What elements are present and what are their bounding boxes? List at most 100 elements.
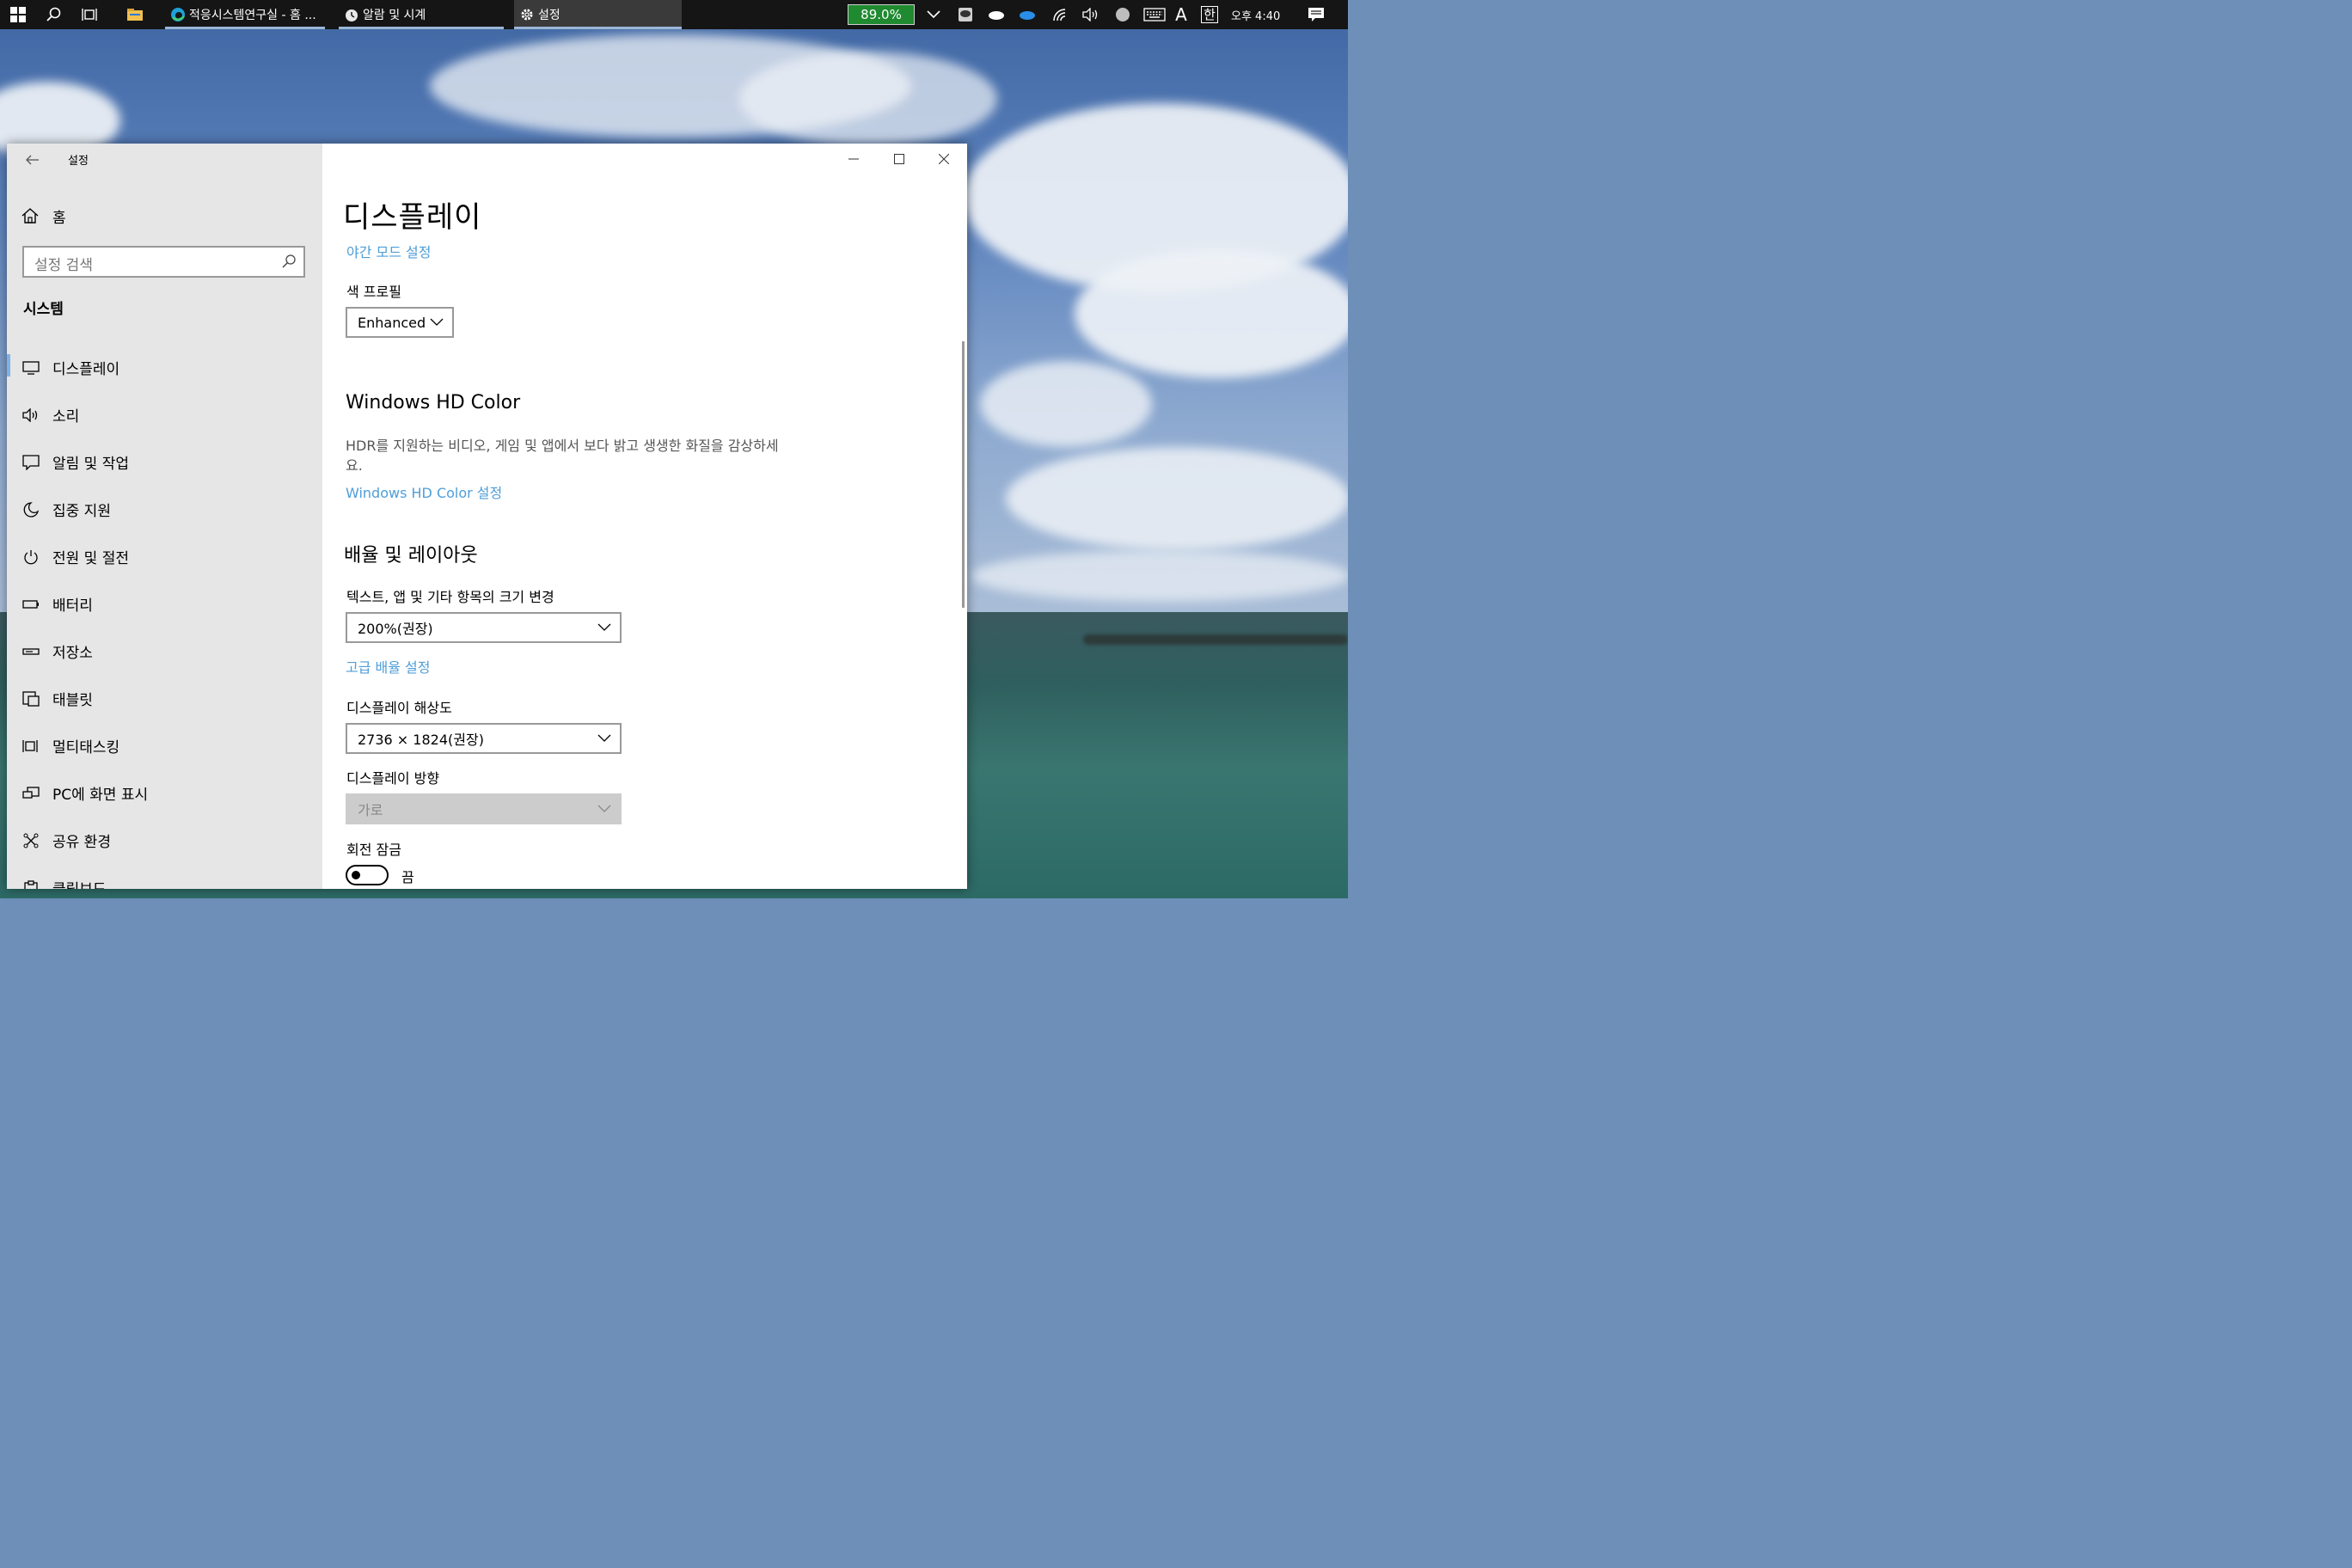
sidebar-item-label: 태블릿 bbox=[52, 692, 93, 709]
minimize-button[interactable] bbox=[831, 144, 876, 175]
start-button[interactable] bbox=[5, 0, 31, 29]
sidebar-item-label: 알림 및 작업 bbox=[52, 456, 130, 473]
resolution-value: 2736 × 1824(권장) bbox=[358, 732, 484, 748]
orientation-value: 가로 bbox=[358, 802, 383, 818]
task-view-icon bbox=[82, 9, 97, 21]
close-icon bbox=[939, 154, 949, 164]
orientation-dropdown[interactable]: 가로 bbox=[346, 793, 622, 824]
sidebar-item-label: 디스플레이 bbox=[52, 361, 120, 378]
window-title: 설정 bbox=[68, 155, 89, 168]
orientation-label: 디스플레이 방향 bbox=[346, 770, 440, 787]
sidebar-item-label: 집중 지원 bbox=[52, 503, 111, 520]
back-arrow-icon bbox=[26, 155, 39, 165]
sidebar-item-label: 저장소 bbox=[52, 645, 93, 662]
settings-main-pane: 디스플레이 야간 모드 설정 색 프로필 Enhanced Windows HD… bbox=[322, 144, 967, 889]
touch-keyboard-icon[interactable] bbox=[1142, 0, 1167, 29]
battery-meter[interactable]: 89.0% bbox=[848, 4, 915, 25]
sidebar-item-focus-assist[interactable]: 집중 지원 bbox=[7, 486, 322, 533]
settings-search-input[interactable]: 설정 검색 bbox=[22, 246, 305, 278]
home-link[interactable]: 홈 bbox=[21, 204, 66, 228]
notification-center-icon bbox=[1308, 8, 1324, 21]
task-view-button[interactable] bbox=[77, 0, 103, 29]
onedrive-tray-icon[interactable] bbox=[1016, 0, 1038, 29]
sidebar-item-storage[interactable]: 저장소 bbox=[7, 628, 322, 675]
sidebar-item-notifications[interactable]: 알림 및 작업 bbox=[7, 438, 322, 486]
home-label: 홈 bbox=[52, 209, 66, 227]
resolution-label: 디스플레이 해상도 bbox=[346, 700, 452, 716]
sidebar-item-tablet[interactable]: 태블릿 bbox=[7, 675, 322, 722]
show-hidden-icons-button[interactable] bbox=[923, 0, 944, 29]
taskbar-app-edge[interactable]: 적응시스템연구실 - 홈 ... bbox=[165, 0, 325, 29]
main-scrollbar[interactable] bbox=[962, 341, 965, 608]
ime-mode-indicator[interactable]: A bbox=[1171, 0, 1191, 29]
sidebar-item-display[interactable]: 디스플레이 bbox=[7, 344, 322, 391]
moon-icon bbox=[21, 500, 40, 519]
cloud-tray-icon[interactable] bbox=[985, 0, 1008, 29]
sidebar-item-label: 소리 bbox=[52, 408, 80, 426]
color-profile-dropdown[interactable]: Enhanced bbox=[346, 307, 454, 338]
hd-color-heading: Windows HD Color bbox=[346, 392, 521, 413]
hd-color-description: HDR를 지원하는 비디오, 게임 및 앱에서 보다 밝고 생생한 화질을 감상… bbox=[346, 438, 779, 474]
taskbar-app-alarms[interactable]: 알람 및 시계 bbox=[339, 0, 504, 29]
rotation-lock-toggle[interactable] bbox=[346, 865, 389, 885]
maximize-button[interactable] bbox=[877, 144, 922, 175]
sidebar-item-multitasking[interactable]: 멀티태스킹 bbox=[7, 722, 322, 769]
sidebar-item-shared-experiences[interactable]: 공유 환경 bbox=[7, 817, 322, 864]
close-button[interactable] bbox=[922, 144, 966, 175]
multitasking-icon bbox=[21, 737, 40, 756]
rotation-lock-label: 회전 잠금 bbox=[346, 842, 401, 858]
minimize-icon bbox=[848, 158, 859, 160]
speaker-icon bbox=[21, 406, 40, 425]
taskbar: 적응시스템연구실 - 홈 ... 알람 및 시계 설정 89.0% A 한 오후… bbox=[0, 0, 1348, 29]
chevron-down-icon bbox=[597, 805, 611, 812]
chevron-down-icon bbox=[597, 623, 611, 631]
ime-language-indicator[interactable]: 한 bbox=[1198, 0, 1221, 29]
monitor-icon bbox=[21, 358, 40, 377]
scale-label: 텍스트, 앱 및 기타 항목의 크기 변경 bbox=[346, 589, 554, 605]
wifi-icon[interactable] bbox=[1049, 0, 1071, 29]
taskbar-app-label: 알람 및 시계 bbox=[363, 9, 426, 22]
edge-browser-icon bbox=[170, 7, 186, 22]
night-light-settings-link[interactable]: 야간 모드 설정 bbox=[346, 241, 432, 261]
sidebar-item-label: 멀티태스킹 bbox=[52, 739, 120, 756]
settings-gear-icon bbox=[519, 7, 535, 22]
pen-tray-icon[interactable] bbox=[1112, 0, 1133, 29]
search-placeholder: 설정 검색 bbox=[34, 257, 93, 274]
sidebar-item-label: 배터리 bbox=[52, 597, 93, 615]
sidebar-item-battery[interactable]: 배터리 bbox=[7, 580, 322, 628]
ime-language-label: 한 bbox=[1201, 6, 1218, 23]
rotation-lock-state: 끔 bbox=[401, 869, 414, 885]
resolution-dropdown[interactable]: 2736 × 1824(권장) bbox=[346, 723, 622, 754]
sidebar-nav: 디스플레이 소리 알림 및 작업 집중 지원 전원 및 절전 배터리 저장소 태… bbox=[7, 344, 322, 889]
sidebar-section-title: 시스템 bbox=[23, 301, 64, 318]
page-title: 디스플레이 bbox=[343, 200, 482, 235]
windows-logo-icon bbox=[10, 7, 26, 22]
back-button[interactable] bbox=[22, 151, 43, 168]
maximize-icon bbox=[894, 154, 904, 164]
color-profile-label: 색 프로필 bbox=[346, 284, 401, 300]
system-clock[interactable]: 오후 4:40 bbox=[1231, 0, 1280, 29]
volume-icon[interactable] bbox=[1080, 0, 1102, 29]
kakaotalk-tray-icon[interactable] bbox=[954, 0, 977, 29]
file-explorer-button[interactable] bbox=[122, 0, 148, 29]
hd-color-settings-link[interactable]: Windows HD Color 설정 bbox=[346, 481, 502, 502]
scale-dropdown[interactable]: 200%(권장) bbox=[346, 612, 622, 643]
sidebar-item-label: 전원 및 절전 bbox=[52, 550, 130, 567]
action-center-button[interactable] bbox=[1303, 0, 1329, 29]
search-button[interactable] bbox=[41, 0, 67, 29]
taskbar-app-label: 설정 bbox=[538, 9, 560, 22]
taskbar-app-settings[interactable]: 설정 bbox=[514, 0, 682, 29]
sidebar-item-sound[interactable]: 소리 bbox=[7, 391, 322, 438]
notification-icon bbox=[21, 453, 40, 472]
battery-icon bbox=[21, 595, 40, 614]
advanced-scaling-link[interactable]: 고급 배율 설정 bbox=[346, 656, 431, 677]
sidebar-item-power-sleep[interactable]: 전원 및 절전 bbox=[7, 533, 322, 580]
storage-icon bbox=[21, 642, 40, 661]
home-icon bbox=[21, 208, 39, 224]
project-icon bbox=[21, 784, 40, 803]
sidebar-item-project[interactable]: PC에 화면 표시 bbox=[7, 769, 322, 817]
chevron-down-icon bbox=[597, 734, 611, 742]
sidebar-item-clipboard[interactable]: 클립보드 bbox=[7, 864, 322, 889]
shared-experiences-icon bbox=[21, 831, 40, 850]
power-icon bbox=[21, 548, 40, 567]
